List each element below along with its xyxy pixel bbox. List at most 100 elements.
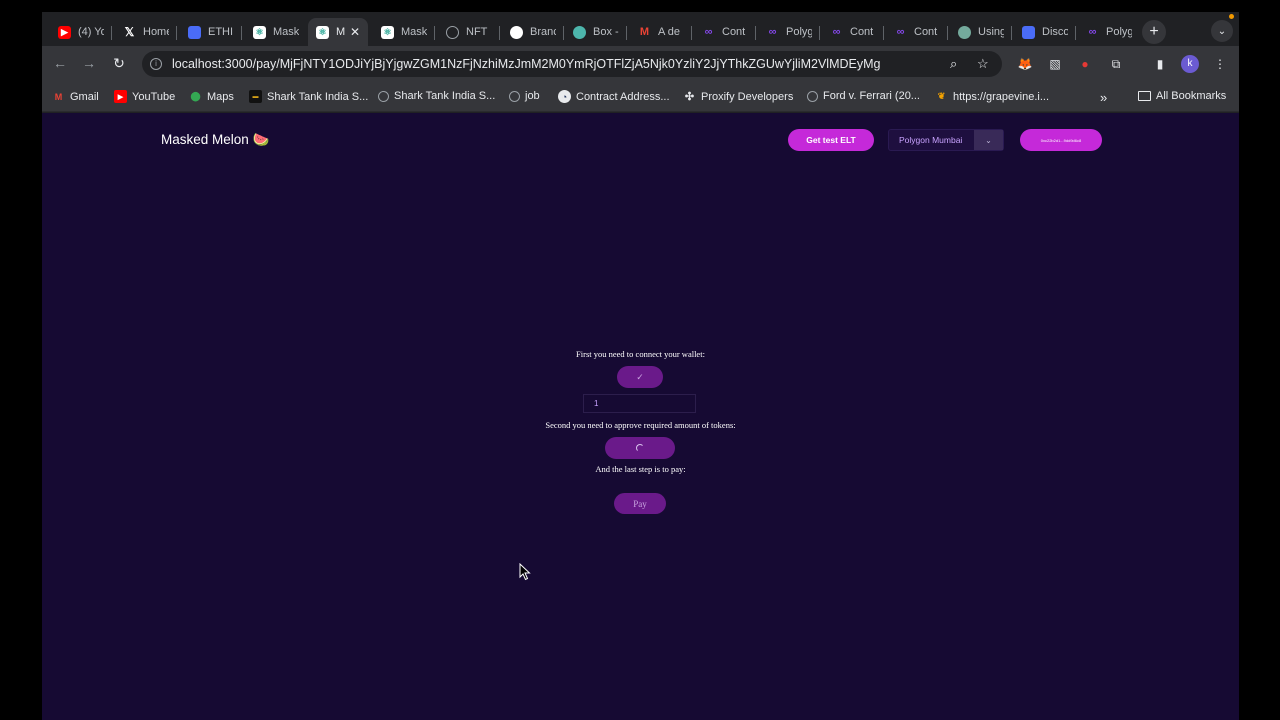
wallet-address-button[interactable]: 0xc22b2d1...9dd9d6c8	[1020, 129, 1102, 151]
polygon-icon: ∞	[896, 26, 905, 38]
menu-icon[interactable]: ⋮	[1212, 56, 1228, 72]
connect-wallet-button[interactable]: ✓	[617, 366, 663, 388]
bookmark-ford-ferrari[interactable]: Ford v. Ferrari (20...	[807, 90, 920, 102]
loading-spinner-icon	[636, 444, 644, 452]
app-page: Masked Melon 🍉 Get test ELT Polygon Mumb…	[42, 113, 1239, 720]
extensions-puzzle-icon[interactable]: ⧉	[1108, 56, 1124, 72]
approve-tokens-button[interactable]	[605, 437, 675, 459]
react-icon: ⚛	[316, 25, 329, 39]
bookmark-youtube[interactable]: ▶ YouTube	[114, 90, 175, 103]
tab-label: Home	[143, 26, 169, 38]
bookmark-star-icon[interactable]: ☆	[977, 56, 989, 72]
tab-strip: ▶ (4) Yo 𝕏 Home ETHI ⚛ Mask ⚛ M ✕ ⚛ Mask	[42, 12, 1239, 46]
back-icon[interactable]: ←	[51, 55, 69, 71]
tab-masked-2[interactable]: ⚛ Mask	[381, 18, 427, 46]
tab-label: Mask	[273, 26, 299, 38]
step3-text: And the last step is to pay:	[595, 464, 686, 474]
new-tab-button[interactable]: +	[1142, 20, 1166, 44]
bookmark-proxify[interactable]: ✣ Proxify Developers	[683, 90, 793, 104]
site-info-icon[interactable]: i	[150, 58, 162, 70]
tab-nft[interactable]: NFT	[446, 18, 492, 46]
bookmark-grapevine[interactable]: ❦ https://grapevine.i...	[935, 90, 1049, 103]
tab-youtube[interactable]: ▶ (4) Yo	[58, 18, 104, 46]
tab-label: Cont	[850, 26, 874, 38]
tab-label: Mask	[401, 26, 427, 38]
bookmark-contract-address[interactable]: ◔ Contract Address...	[558, 90, 670, 103]
bookmark-shark-tank-1[interactable]: ▬ Shark Tank India S...	[249, 90, 368, 103]
tab-label: Cont	[914, 26, 938, 38]
bookmark-shark-tank-2[interactable]: Shark Tank India S...	[378, 90, 495, 102]
react-icon: ⚛	[253, 25, 266, 39]
network-select-value: Polygon Mumbai	[899, 135, 963, 145]
tab-contract-3[interactable]: ∞ Cont	[894, 18, 940, 46]
react-icon: ⚛	[381, 25, 394, 39]
all-bookmarks-folder[interactable]: All Bookmarks	[1138, 90, 1226, 102]
bookmark-maps[interactable]: ⬤ Maps	[189, 90, 233, 103]
metamask-icon[interactable]: 🦊	[1017, 56, 1033, 72]
globe-icon	[807, 90, 818, 102]
tab-masked-active[interactable]: ⚛ M ✕	[308, 18, 368, 46]
bookmark-job[interactable]: job	[509, 90, 540, 102]
grapevine-icon: ❦	[937, 91, 946, 101]
tab-label: Polyg	[786, 26, 812, 38]
sonyliv-icon: ▬	[249, 90, 262, 103]
gmail-icon: M	[54, 91, 63, 102]
more-bookmarks-chevron-icon[interactable]: »	[1100, 90, 1107, 105]
step2-text: Second you need to approve required amou…	[545, 420, 736, 430]
recording-indicator-icon	[1229, 14, 1234, 19]
bookmark-label: Ford v. Ferrari (20...	[823, 90, 920, 102]
tab-search-button[interactable]: ⌄	[1211, 20, 1233, 42]
tab-polygon-2[interactable]: ∞ Polyg	[1086, 18, 1132, 46]
tab-label: A de	[658, 26, 681, 38]
polygon-icon: ∞	[768, 26, 777, 38]
polygon-icon: ∞	[832, 26, 841, 38]
tab-github[interactable]: Branc	[510, 18, 556, 46]
youtube-icon: ▶	[114, 90, 127, 103]
checkmark-icon: ✓	[636, 371, 644, 382]
address-bar[interactable]: i localhost:3000/pay/MjFjNTY1ODJiYjBjYjg…	[142, 51, 1002, 77]
zoom-search-icon[interactable]: ⌕	[950, 56, 957, 72]
tab-label: Using	[978, 26, 1004, 38]
polygon-icon: ∞	[704, 26, 713, 38]
globe-icon	[446, 25, 459, 39]
extension-icon[interactable]: ▧	[1047, 56, 1063, 72]
reload-icon[interactable]: ↻	[110, 55, 128, 72]
tab-label: Disco	[1042, 26, 1068, 38]
etherscan-icon: ◔	[558, 90, 571, 103]
gmail-icon: M	[639, 26, 650, 38]
token-amount-input[interactable]: 1	[583, 394, 696, 413]
bookmark-gmail[interactable]: M Gmail	[52, 90, 99, 103]
tab-openai[interactable]: Using	[958, 18, 1004, 46]
tab-masked-1[interactable]: ⚛ Mask	[253, 18, 299, 46]
github-icon	[510, 25, 523, 39]
tab-ethi[interactable]: ETHI	[188, 18, 234, 46]
tab-box[interactable]: Box -	[573, 18, 619, 46]
app-logo[interactable]: Masked Melon 🍉	[161, 132, 269, 148]
browser-window: ▶ (4) Yo 𝕏 Home ETHI ⚛ Mask ⚛ M ✕ ⚛ Mask	[42, 12, 1239, 720]
close-tab-icon[interactable]: ✕	[350, 25, 360, 39]
openai-icon	[958, 25, 971, 39]
url-text[interactable]: localhost:3000/pay/MjFjNTY1ODJiYjBjYjgwZ…	[172, 57, 880, 71]
tab-contract-2[interactable]: ∞ Cont	[830, 18, 876, 46]
bookmark-label: YouTube	[132, 90, 176, 103]
pay-button[interactable]: Pay	[614, 493, 666, 514]
all-bookmarks-label: All Bookmarks	[1156, 90, 1227, 102]
pokeball-icon[interactable]: ●	[1077, 56, 1093, 72]
tab-label: Polyg	[1106, 26, 1132, 38]
docs-icon	[1022, 25, 1035, 39]
globe-icon	[378, 90, 389, 102]
tab-polygon-1[interactable]: ∞ Polyg	[766, 18, 812, 46]
tab-x-home[interactable]: 𝕏 Home	[123, 18, 169, 46]
mouse-cursor-icon	[519, 563, 531, 581]
forward-icon[interactable]: →	[80, 55, 98, 71]
side-panel-icon[interactable]: ▮	[1152, 56, 1168, 72]
profile-avatar[interactable]: k	[1181, 55, 1199, 73]
network-select[interactable]: Polygon Mumbai ⌄	[888, 129, 1004, 151]
chevron-down-icon[interactable]: ⌄	[974, 130, 1003, 150]
x-icon: 𝕏	[123, 25, 136, 39]
tab-discord-docs[interactable]: Disco	[1022, 18, 1068, 46]
tab-contract-1[interactable]: ∞ Cont	[702, 18, 748, 46]
get-test-token-button[interactable]: Get test ELT	[788, 129, 874, 151]
tab-gmail[interactable]: M A de	[638, 18, 684, 46]
bookmarks-bar: M Gmail ▶ YouTube ⬤ Maps ▬ Shark Tank In…	[42, 82, 1239, 112]
